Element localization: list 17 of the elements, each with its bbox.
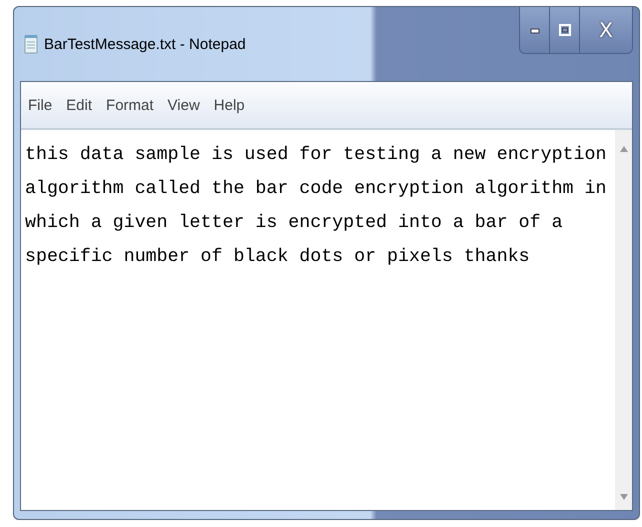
menu-item[interactable]: Edit	[66, 96, 92, 114]
window-title: BarTestMessage.txt - Notepad	[44, 36, 246, 52]
menu-item[interactable]: File	[28, 96, 52, 114]
text-line: specific number of black dots or pixels thanks	[25, 246, 531, 269]
text-line: this data sample is used for testing a new encryption	[25, 144, 608, 167]
menu-item[interactable]: View	[168, 96, 200, 114]
scroll-up-icon[interactable]	[620, 146, 628, 152]
text-line: algorithm called the bar code encryption algorithm in	[25, 178, 608, 201]
maximize-icon	[558, 24, 570, 36]
menu-item[interactable]: Help	[214, 96, 245, 114]
scrollbar[interactable]	[615, 130, 632, 510]
maximize-button[interactable]	[550, 7, 580, 53]
menu-item[interactable]: Format	[106, 96, 154, 114]
scroll-down-icon[interactable]	[620, 494, 628, 500]
notepad-icon	[24, 34, 38, 54]
minimize-icon	[530, 26, 540, 34]
text-line: which a given letter is encrypted into a bar of a	[25, 212, 564, 235]
